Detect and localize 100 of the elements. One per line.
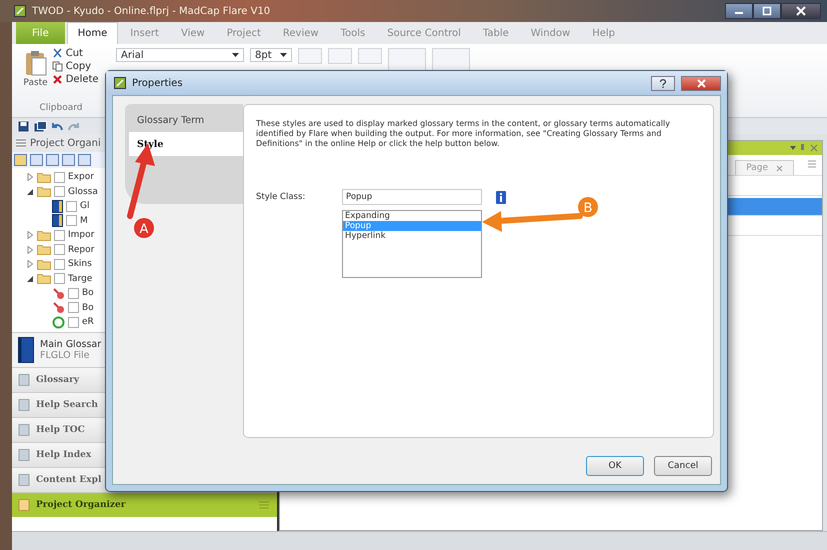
checkbox[interactable] bbox=[54, 273, 65, 284]
checkbox[interactable] bbox=[68, 288, 79, 299]
close-icon bbox=[776, 164, 783, 172]
pane-title: Project Organi bbox=[30, 138, 101, 148]
panel-icon bbox=[18, 474, 30, 486]
maximize-icon bbox=[762, 6, 772, 16]
window-title: TWOD - Kyudo - Online.flprj - MadCap Flare V10 bbox=[32, 6, 270, 16]
expand-arrow-icon[interactable] bbox=[26, 231, 34, 240]
toolbar-icon[interactable] bbox=[62, 154, 75, 166]
toolbar-icon[interactable] bbox=[78, 154, 91, 166]
book-icon bbox=[52, 214, 63, 228]
callout-badge: B bbox=[578, 197, 598, 217]
panel-icon bbox=[18, 424, 30, 436]
file-name: Main Glossar bbox=[40, 339, 102, 350]
cancel-button[interactable]: Cancel bbox=[654, 456, 712, 476]
caret-icon bbox=[232, 52, 239, 58]
list-option[interactable]: Expanding bbox=[343, 211, 481, 221]
folder-icon bbox=[37, 258, 51, 270]
expand-arrow-icon[interactable] bbox=[26, 246, 34, 254]
callout-badge: A bbox=[134, 218, 154, 238]
collapse-arrow-icon[interactable] bbox=[26, 188, 34, 196]
checkbox[interactable] bbox=[68, 302, 79, 314]
book-icon bbox=[18, 337, 34, 363]
checkbox[interactable] bbox=[66, 200, 77, 212]
panel-icon bbox=[18, 399, 30, 411]
toolbar-icon[interactable] bbox=[30, 154, 43, 166]
app-icon bbox=[14, 5, 26, 17]
target-icon bbox=[52, 316, 65, 329]
target-icon bbox=[52, 286, 65, 300]
copy-button[interactable]: Copy bbox=[52, 61, 99, 72]
cross-icon bbox=[52, 74, 63, 85]
tree-item[interactable]: Targe bbox=[68, 274, 92, 284]
paste-button[interactable]: Paste bbox=[23, 48, 48, 88]
help-button[interactable] bbox=[651, 76, 675, 90]
close-icon bbox=[796, 6, 806, 16]
ok-button[interactable]: OK bbox=[586, 456, 644, 476]
checkbox[interactable] bbox=[54, 172, 65, 183]
cut-button[interactable]: Cut bbox=[52, 48, 99, 59]
close-button[interactable] bbox=[781, 3, 821, 19]
grip-icon bbox=[259, 501, 269, 509]
tree-item[interactable]: Gl bbox=[80, 201, 90, 212]
pane-controls-icon[interactable] bbox=[790, 144, 818, 152]
ribbon-tab[interactable]: Home bbox=[66, 22, 118, 44]
clipboard-icon bbox=[24, 50, 47, 76]
close-icon bbox=[696, 78, 706, 88]
panel-icon bbox=[18, 499, 30, 511]
folder-icon bbox=[37, 172, 51, 183]
font-dropdown[interactable]: Arial bbox=[116, 48, 244, 62]
checkbox[interactable] bbox=[54, 244, 65, 256]
checkbox[interactable] bbox=[54, 230, 65, 241]
close-button[interactable] bbox=[681, 76, 721, 90]
tree-item[interactable]: Expor bbox=[68, 172, 94, 182]
field-label: Style Class: bbox=[256, 191, 306, 204]
tree-item[interactable]: Glossa bbox=[68, 186, 98, 197]
file-type: FLGLO File bbox=[40, 350, 90, 361]
save-icon[interactable] bbox=[18, 120, 29, 132]
style-class-field[interactable]: Popup bbox=[342, 189, 482, 205]
tree-item[interactable]: M bbox=[80, 216, 88, 226]
checkbox[interactable] bbox=[68, 316, 79, 328]
undo-icon[interactable] bbox=[52, 120, 63, 132]
panel-icon bbox=[18, 449, 30, 461]
app-icon bbox=[114, 77, 126, 89]
collapse-arrow-icon[interactable] bbox=[26, 274, 34, 283]
folder-icon bbox=[37, 230, 51, 241]
tree-item[interactable]: eR bbox=[82, 317, 94, 328]
toolbar-icon[interactable] bbox=[14, 154, 27, 166]
tree-item[interactable]: Impor bbox=[68, 230, 94, 240]
list-option[interactable]: Hyperlink bbox=[343, 231, 481, 241]
group-label: Clipboard bbox=[40, 103, 82, 113]
minimize-button[interactable] bbox=[725, 3, 753, 19]
folder-icon bbox=[37, 186, 51, 198]
tree-item[interactable]: Bo bbox=[82, 302, 94, 313]
font-size-dropdown[interactable]: 8pt bbox=[250, 48, 292, 62]
dialog-tab[interactable]: Style bbox=[129, 132, 243, 156]
navigator-tab[interactable]: Project Organizer bbox=[12, 492, 277, 517]
copy-icon bbox=[52, 61, 63, 72]
redo-icon[interactable] bbox=[68, 120, 79, 132]
panel-icon bbox=[18, 374, 30, 386]
toolbar-icon[interactable] bbox=[46, 154, 59, 166]
menu-icon[interactable] bbox=[16, 139, 26, 147]
caret-icon bbox=[280, 52, 287, 58]
checkbox[interactable] bbox=[54, 258, 65, 270]
book-icon bbox=[52, 200, 63, 213]
tree-item[interactable]: Skins bbox=[68, 259, 92, 270]
save-all-icon[interactable] bbox=[34, 120, 47, 132]
checkbox[interactable] bbox=[54, 186, 65, 198]
expand-arrow-icon[interactable] bbox=[26, 173, 34, 182]
scissors-icon bbox=[52, 48, 63, 59]
folder-icon bbox=[37, 244, 51, 256]
tree-item[interactable]: Repor bbox=[68, 244, 94, 255]
tree-item[interactable]: Bo bbox=[82, 288, 94, 298]
maximize-button[interactable] bbox=[753, 3, 781, 19]
delete-button[interactable]: Delete bbox=[52, 74, 99, 85]
description-text: These styles are used to display marked glossary terms in the content, or glossary terms automatically identified by Flare when building the output. For more information, see "Creating Glossary Terms and Definitions" in the online Help or click the help button below. bbox=[256, 119, 671, 149]
question-icon bbox=[659, 78, 667, 88]
target-icon bbox=[52, 301, 65, 314]
folder-icon bbox=[37, 273, 51, 284]
checkbox[interactable] bbox=[66, 215, 77, 226]
help-icon[interactable] bbox=[496, 190, 506, 204]
expand-arrow-icon[interactable] bbox=[26, 260, 34, 268]
